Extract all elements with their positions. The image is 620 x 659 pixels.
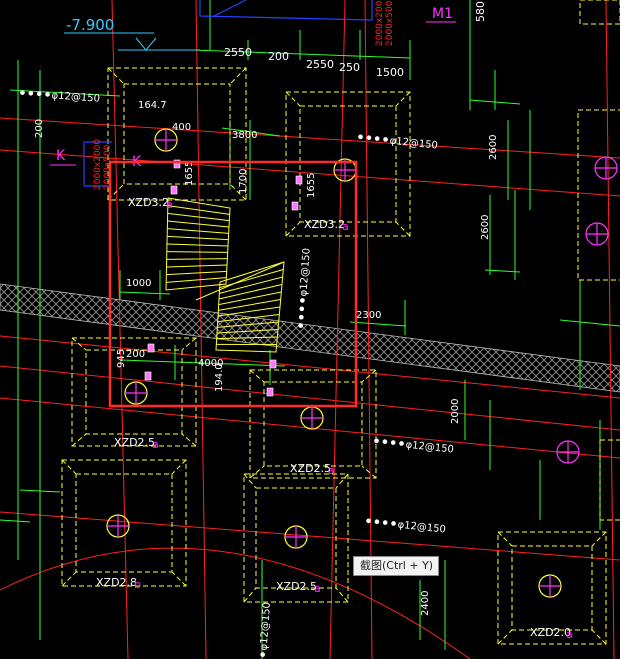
stair-tread <box>166 270 227 276</box>
dim-2550-a: 2550 <box>224 46 252 59</box>
dim-2550-b: 2550 <box>306 58 334 71</box>
red-note-v2: 2000x500 <box>385 0 395 46</box>
column-marker-6 <box>284 525 308 549</box>
stair-tread <box>166 277 227 283</box>
dim-250: 250 <box>339 61 360 74</box>
dim-2600-a: 2600 <box>488 135 499 160</box>
dim-1500: 1500 <box>376 66 404 79</box>
dim-200-b: 200 <box>34 119 45 138</box>
stair-tread <box>166 251 228 253</box>
stair-tread <box>166 264 228 268</box>
dim-2400: 2400 <box>420 591 431 616</box>
dim-3800: 3800 <box>232 130 257 141</box>
dim-2000-a: 2000 <box>450 399 461 424</box>
footing-suffix-f6: a <box>314 582 321 595</box>
dim-200-a: 200 <box>268 50 289 63</box>
column-marker-4 <box>300 406 324 430</box>
column-marker-9 <box>585 222 609 246</box>
column-marker-8 <box>594 156 618 180</box>
rebar-note-5: ⚫⚫⚫⚫φ12@150 <box>364 516 447 536</box>
dim-1655-a: 1655 <box>184 161 195 186</box>
screenshot-tooltip: 截图(Ctrl + Y) <box>353 556 439 576</box>
column-marker-3 <box>124 381 148 405</box>
dim-5807: 5807 <box>474 0 487 22</box>
footing-suffix-f3: a <box>152 438 159 451</box>
stair-tread <box>167 235 229 241</box>
footing-label-f7: XZD2.0 <box>530 626 571 639</box>
stair-tread <box>167 212 230 222</box>
footing-label-f3: XZD2.5 <box>114 436 155 449</box>
stair-tread <box>218 291 282 306</box>
stair-tread <box>167 228 229 234</box>
column-marker-7 <box>538 574 562 598</box>
dim-2600-b: 2600 <box>480 215 491 240</box>
stair-tread <box>218 284 283 300</box>
stair-tread <box>167 220 230 228</box>
axis-label-k-left: K <box>56 148 66 164</box>
rebar-note-6: ⚫φ12@150 <box>258 602 273 659</box>
column-marker-5 <box>106 514 130 538</box>
blue-wall-lines <box>83 0 373 187</box>
footing-suffix-f1: a <box>166 198 173 211</box>
red-note-v4: 2000x500 <box>103 144 113 190</box>
footing-suffix-f5: b <box>134 578 141 591</box>
red-note-v1: 2000x2000 <box>375 0 385 46</box>
footing-label-f1: XZD3.2 <box>128 196 169 209</box>
dim-945: 945 <box>116 349 127 368</box>
level-marker <box>64 32 200 51</box>
red-note-v3: 2000x2000 <box>93 139 103 190</box>
dim-1700: 1700 <box>238 169 249 194</box>
dim-1000: 1000 <box>126 278 151 289</box>
footing-label-f4: XZD2.5 <box>290 462 331 475</box>
footing-label-f6: XZD2.5 <box>276 580 317 593</box>
footing-suffix-f7: a <box>566 628 573 641</box>
dim-194-0: 194.0 <box>214 363 225 392</box>
dim-2300: 2300 <box>356 310 381 321</box>
dim-200-c: 200 <box>126 349 145 360</box>
cad-svg: -7.900 K K M1 2550 200 2550 250 1500 580… <box>0 0 620 659</box>
dim-400: 400 <box>172 122 191 133</box>
rebar-note-3: ⚫⚫⚫⚫φ12@150 <box>296 248 313 331</box>
cad-drawing-canvas[interactable]: -7.900 K K M1 2550 200 2550 250 1500 580… <box>0 0 620 659</box>
dim-164-7: 164.7 <box>138 100 167 111</box>
footing-suffix-f4: a <box>328 464 335 477</box>
dim-1655-b: 1655 <box>306 173 317 198</box>
axis-label-m1: M1 <box>432 6 453 22</box>
level-marker-text: -7.900 <box>66 16 114 34</box>
stair-tread <box>166 258 228 260</box>
stair-tread <box>166 243 229 247</box>
column-marker-10 <box>556 440 580 464</box>
rebar-note-4: ⚫⚫⚫⚫φ12@150 <box>372 436 455 456</box>
footing-suffix-f2: a <box>342 220 349 233</box>
footing-label-f2: XZD3.2 <box>304 218 345 231</box>
rebar-note-1: ⚫⚫⚫⚫φ12@150 <box>18 88 101 105</box>
footing-label-f5: XZD2.8 <box>96 576 137 589</box>
rebar-note-2: ⚫⚫⚫⚫φ12@150 <box>356 132 439 152</box>
